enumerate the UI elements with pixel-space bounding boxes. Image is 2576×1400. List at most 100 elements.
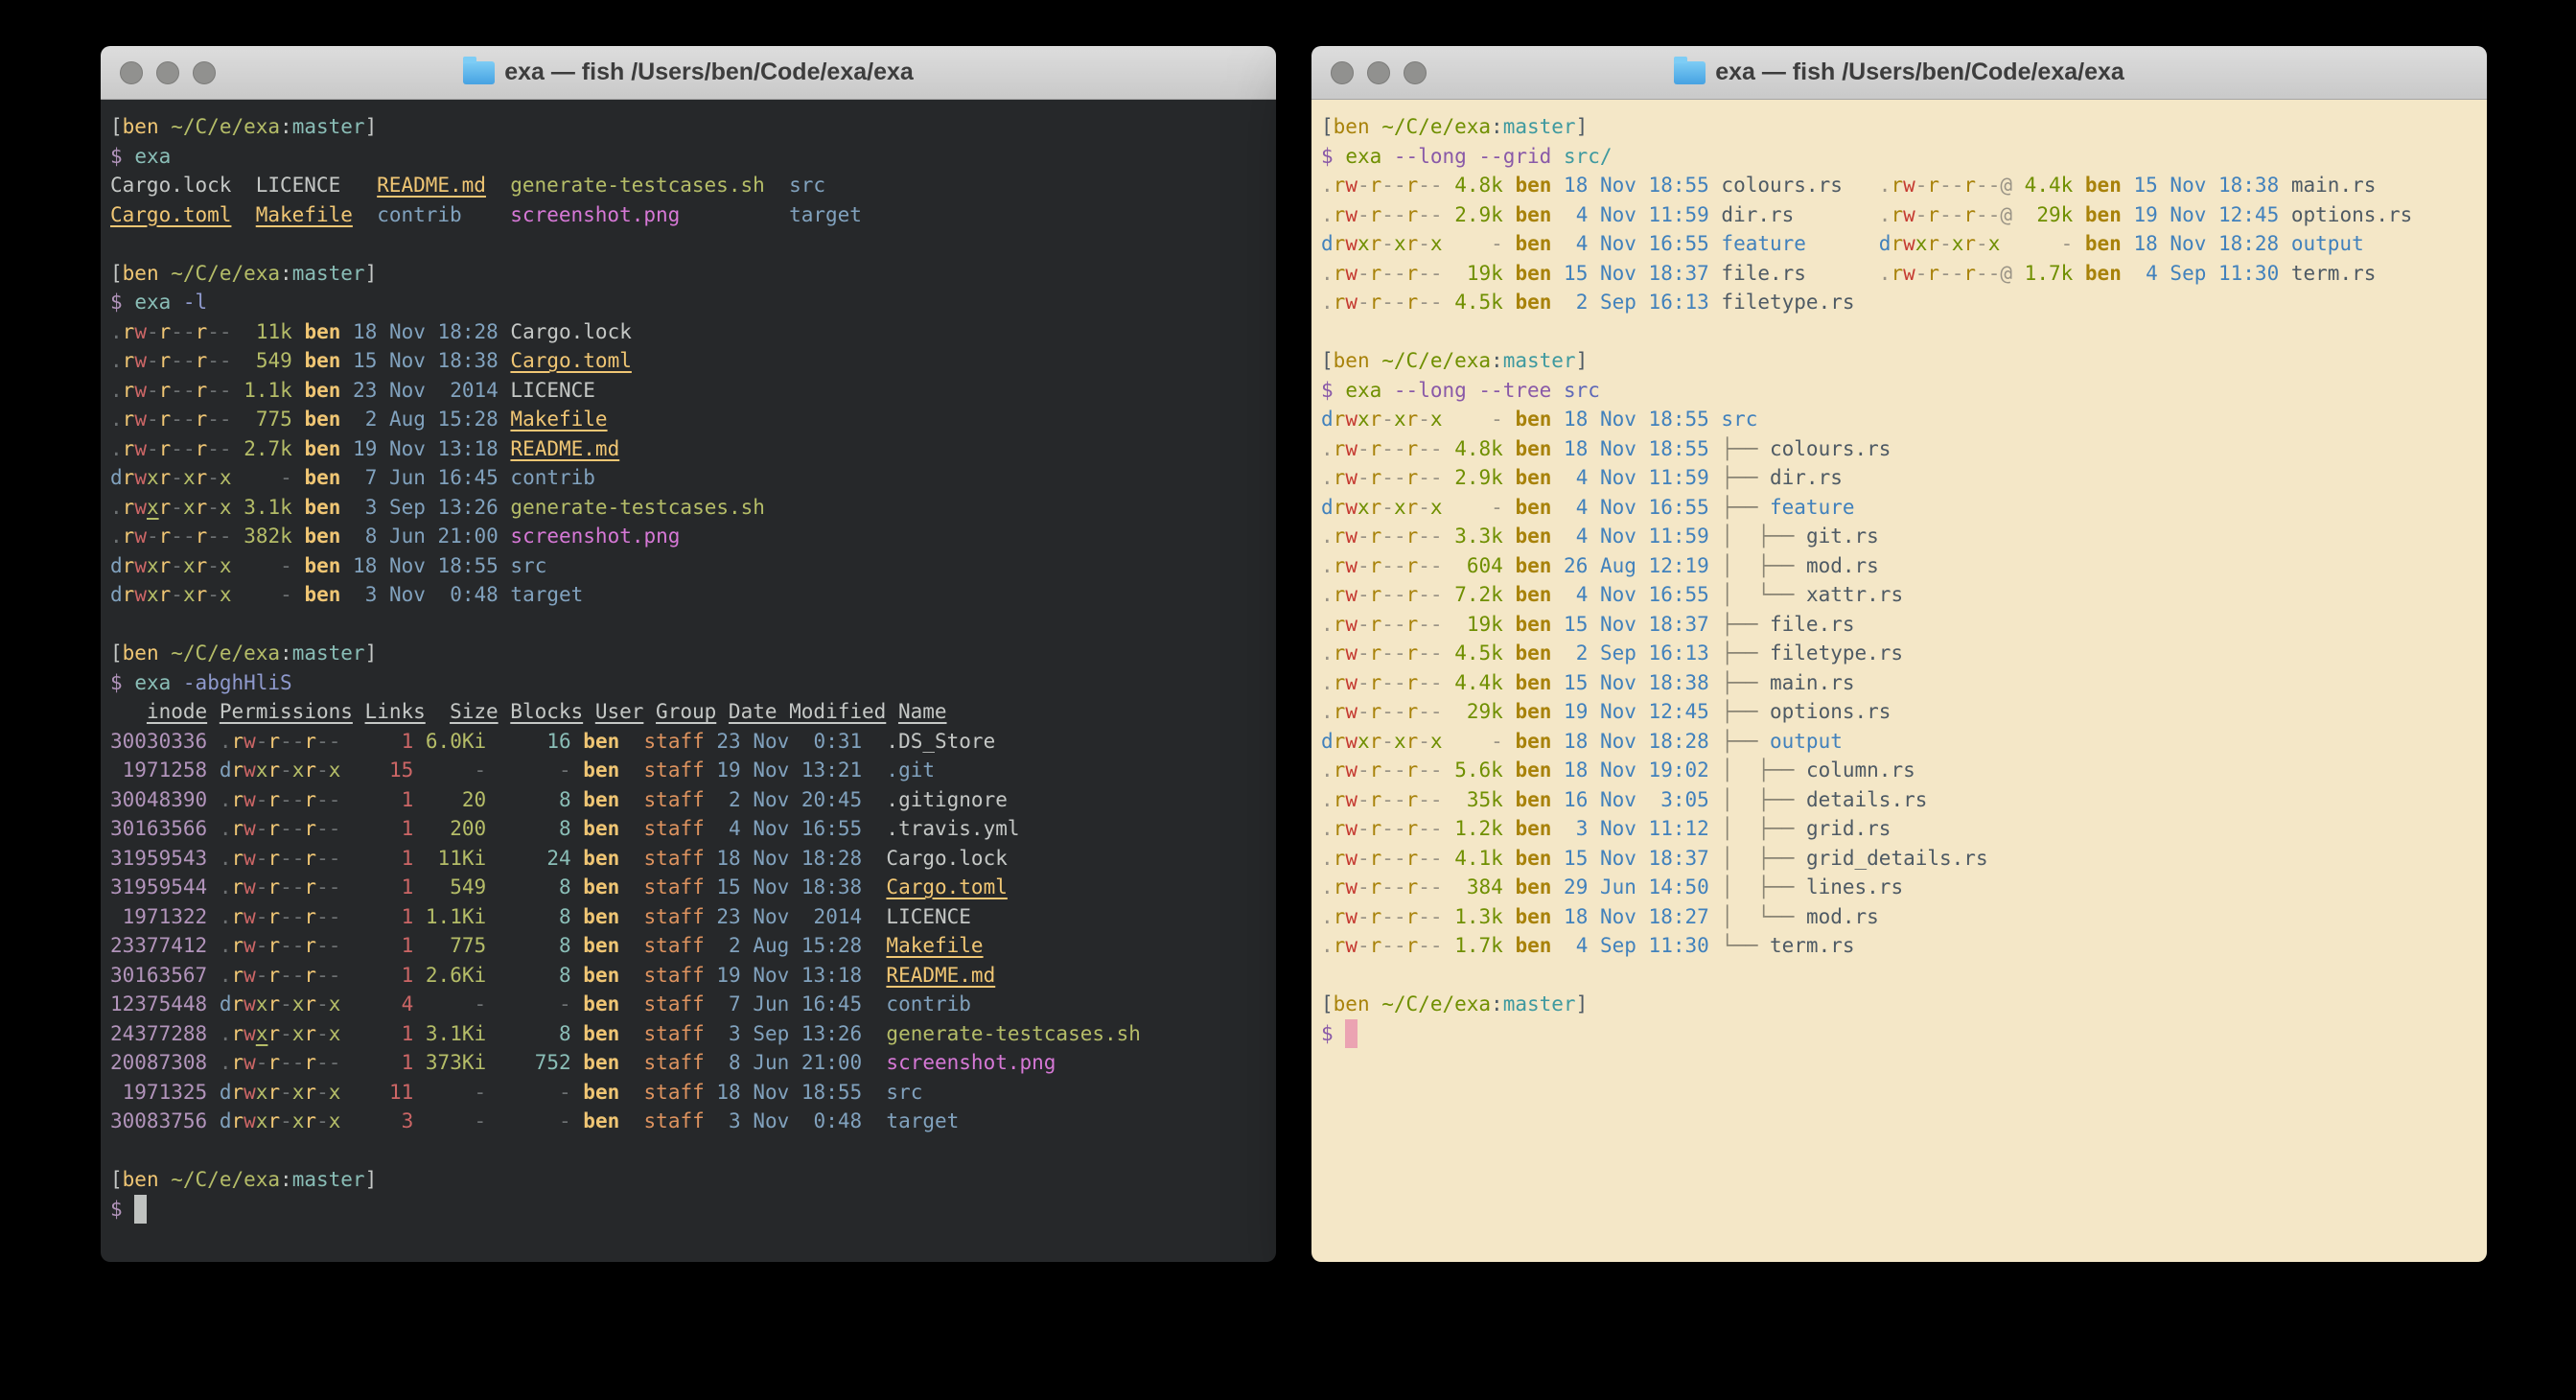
titlebar[interactable]: exa — fish /Users/ben/Code/exa/exa — [1311, 46, 2487, 100]
permission-char: r — [304, 817, 316, 840]
text-segment — [1381, 379, 1394, 402]
terminal-line: drwxr-xr-x - ben 18 Nov 18:55 src — [110, 551, 1276, 581]
text-segment: 24377288 — [110, 1022, 207, 1045]
permission-char: r — [1963, 262, 1976, 285]
text-segment: ├── — [1721, 730, 1770, 753]
permission-char: r — [1334, 758, 1346, 782]
text-segment: ben — [1515, 817, 1551, 840]
permission-char: - — [329, 875, 341, 898]
text-segment — [705, 875, 717, 898]
text-segment: 18 Nov 18:27 — [1564, 905, 1709, 928]
text-segment — [1551, 934, 1564, 957]
text-segment: 1 — [353, 905, 413, 928]
text-segment: [ — [110, 642, 123, 665]
terminal-line: 31959544 .rw-r--r-- 1 549 8 ben staff 15… — [110, 873, 1276, 902]
close-button[interactable] — [120, 61, 143, 84]
permission-char: r — [196, 583, 208, 606]
zoom-button[interactable] — [193, 61, 216, 84]
titlebar[interactable]: exa — fish /Users/ben/Code/exa/exa — [101, 46, 1276, 100]
terminal-content-right[interactable]: [ben ~/C/e/exa:master]$ exa --long --gri… — [1311, 100, 2487, 1262]
text-segment: lines.rs — [1806, 875, 1903, 898]
text-segment: 4.4k — [2025, 174, 2074, 197]
text-segment — [1709, 525, 1722, 548]
permission-char: r — [196, 554, 208, 577]
text-segment — [571, 847, 584, 870]
permission-char: - — [280, 1109, 292, 1132]
text-segment: 1 — [353, 964, 413, 987]
permission-char: r — [304, 1022, 316, 1045]
text-segment — [486, 847, 499, 870]
text-segment: 2.9k — [1454, 203, 1503, 226]
permission-char: - — [316, 1051, 329, 1074]
text-segment — [2279, 262, 2291, 285]
permission-char: r — [1334, 788, 1346, 811]
permission-char: - — [1381, 642, 1394, 665]
text-segment: grid_details.rs — [1806, 847, 1988, 870]
permission-char: - — [1418, 174, 1430, 197]
text-segment: ├── — [1721, 437, 1770, 460]
permission-char: . — [1321, 788, 1334, 811]
text-segment: 31959544 — [110, 875, 207, 898]
permission-char: x — [292, 1022, 305, 1045]
minimize-button[interactable] — [156, 61, 179, 84]
permission-char: w — [1345, 525, 1358, 548]
permission-char: r — [196, 379, 208, 402]
permission-char: - — [292, 905, 305, 928]
terminal-window-right[interactable]: exa — fish /Users/ben/Code/exa/exa [ben … — [1311, 46, 2487, 1262]
terminal-cursor — [134, 1195, 147, 1225]
text-segment — [1709, 437, 1722, 460]
text-segment: : — [1491, 349, 1503, 372]
permission-char: r — [1927, 232, 1939, 255]
permission-char: r — [196, 349, 208, 372]
text-segment: staff — [644, 992, 705, 1015]
text-segment — [1334, 145, 1346, 168]
text-segment: 4.4k — [1454, 671, 1503, 694]
text-segment: ben — [304, 466, 340, 489]
permission-char: r — [231, 964, 244, 987]
text-segment: $ — [110, 671, 123, 694]
text-segment: 30163566 — [110, 817, 207, 840]
text-segment: ben — [1515, 466, 1551, 489]
terminal-window-left[interactable]: exa — fish /Users/ben/Code/exa/exa [ben … — [101, 46, 1276, 1262]
text-segment — [1503, 262, 1516, 285]
text-segment: │ ├── — [1721, 817, 1806, 840]
terminal-line: [ben ~/C/e/exa:master] — [110, 1165, 1276, 1195]
permission-char: . — [1321, 847, 1334, 870]
text-segment: staff — [644, 934, 705, 957]
permission-char: x — [183, 466, 196, 489]
permission-char: r — [1406, 934, 1419, 957]
permission-char: - — [1358, 934, 1370, 957]
permission-char: - — [329, 934, 341, 957]
text-segment — [413, 1051, 426, 1074]
permission-char: . — [1321, 554, 1334, 577]
permission-char: - — [1430, 671, 1443, 694]
permission-char: - — [1952, 203, 1964, 226]
permission-char: - — [1939, 232, 1952, 255]
permission-char: - — [1430, 437, 1443, 460]
text-segment: 4 — [353, 992, 413, 1015]
text-segment — [1443, 934, 1455, 957]
permission-char: x — [1394, 232, 1406, 255]
text-segment — [862, 992, 886, 1015]
permission-char: r — [1927, 174, 1939, 197]
text-segment: ben — [1515, 203, 1551, 226]
text-segment: staff — [644, 817, 705, 840]
text-segment: 7 Jun 16:45 — [353, 466, 499, 489]
terminal-content-left[interactable]: [ben ~/C/e/exa:master]$ exaCargo.lock LI… — [101, 100, 1276, 1262]
permission-char: x — [1952, 232, 1964, 255]
close-button[interactable] — [1331, 61, 1354, 84]
text-segment: ben — [123, 642, 159, 665]
terminal-line: .rw-r--r-- 4.1k ben 15 Nov 18:37 │ ├── g… — [1321, 844, 2487, 874]
permission-char: r — [1406, 525, 1419, 548]
permission-char: r — [231, 1081, 244, 1104]
text-segment — [340, 758, 353, 782]
minimize-button[interactable] — [1367, 61, 1390, 84]
permission-char: d — [1321, 496, 1334, 519]
permission-char: - — [1358, 642, 1370, 665]
permission-char: r — [1370, 496, 1382, 519]
zoom-button[interactable] — [1404, 61, 1427, 84]
permission-char: d — [1321, 408, 1334, 431]
text-segment — [292, 496, 305, 519]
text-segment: ben — [1515, 262, 1551, 285]
text-segment: 23 Nov 2014 — [716, 905, 862, 928]
